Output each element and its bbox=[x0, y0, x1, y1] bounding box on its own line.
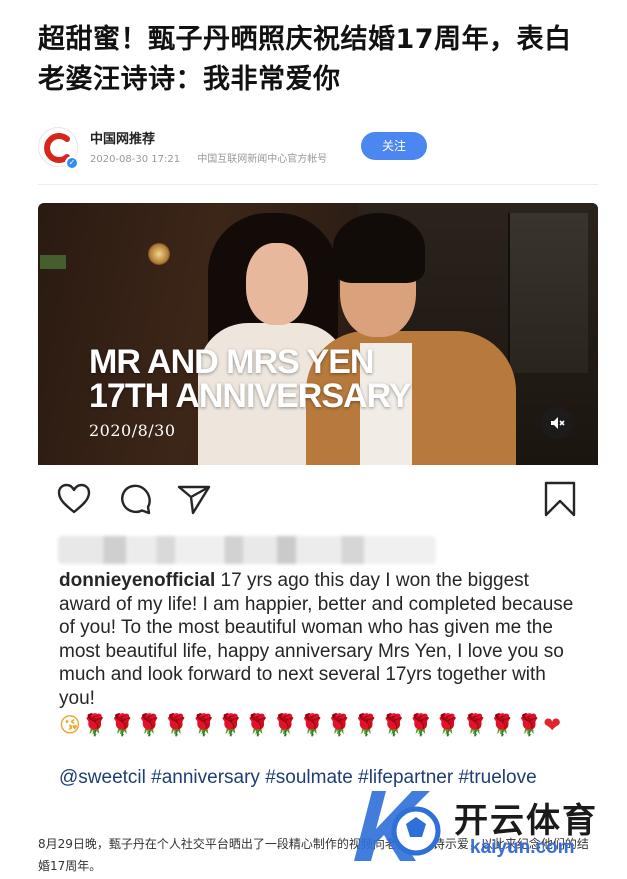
follow-button[interactable]: 关注 bbox=[361, 132, 427, 160]
instagram-post-screenshot: MR AND MRS YEN 17TH ANNIVERSARY 2020/8/3… bbox=[38, 203, 598, 821]
comment-button[interactable] bbox=[118, 481, 158, 521]
background-lamp bbox=[148, 243, 170, 265]
author-source: 中国互联网新闻中心官方帐号 bbox=[197, 154, 328, 165]
bookmark-icon bbox=[544, 481, 576, 517]
divider bbox=[38, 184, 598, 185]
kiss-face-emoji: 😘 bbox=[59, 713, 82, 737]
blurred-likes bbox=[58, 536, 436, 564]
caption-username[interactable]: donnieyenofficial bbox=[59, 570, 215, 591]
author-meta: 2020-08-30 17:21 中国互联网新闻中心官方帐号 bbox=[90, 150, 327, 165]
post-caption: donnieyenofficial 17 yrs ago this day I … bbox=[59, 569, 579, 710]
photo-title-line2: 17TH ANNIVERSARY bbox=[89, 377, 412, 415]
save-button[interactable] bbox=[542, 481, 582, 521]
photo-title-line1: MR AND MRS YEN bbox=[89, 343, 374, 381]
share-button[interactable] bbox=[176, 481, 216, 521]
heart-emoji: ❤ bbox=[543, 713, 563, 737]
like-button[interactable] bbox=[56, 481, 96, 521]
publish-date: 2020-08-30 17:21 bbox=[90, 154, 181, 165]
verified-badge-icon: ✓ bbox=[65, 156, 79, 170]
emoji-row: 😘🌹🌹🌹🌹🌹🌹🌹🌹🌹🌹🌹🌹🌹🌹🌹🌹🌹❤ bbox=[59, 711, 579, 739]
author-row: ✓ 中国网推荐 2020-08-30 17:21 中国互联网新闻中心官方帐号 关… bbox=[38, 124, 598, 174]
background-window bbox=[508, 213, 588, 373]
post-actions bbox=[38, 481, 598, 521]
mute-button[interactable] bbox=[541, 407, 573, 439]
author-name[interactable]: 中国网推荐 bbox=[90, 128, 155, 147]
post-hashtags[interactable]: @sweetcil #anniversary #soulmate #lifepa… bbox=[59, 766, 579, 790]
share-icon bbox=[177, 485, 211, 515]
post-photo[interactable]: MR AND MRS YEN 17TH ANNIVERSARY 2020/8/3… bbox=[38, 203, 598, 465]
mute-icon bbox=[551, 417, 565, 429]
photo-overlay-date: 2020/8/30 bbox=[89, 421, 176, 440]
author-avatar[interactable]: ✓ bbox=[38, 127, 79, 170]
photo-overlay-title: MR AND MRS YEN 17TH ANNIVERSARY bbox=[89, 343, 412, 415]
woman-face bbox=[246, 243, 308, 325]
man-hair bbox=[333, 213, 425, 283]
comment-icon bbox=[121, 484, 151, 515]
exit-sign bbox=[40, 255, 66, 269]
heart-icon bbox=[57, 483, 91, 514]
article-headline: 超甜蜜！甄子丹晒照庆祝结婚17周年，表白老婆汪诗诗：我非常爱你 bbox=[38, 24, 572, 95]
article-paragraph: 8月29日晚，甄子丹在个人社交平台晒出了一段精心制作的视频向老婆汪诗诗示爱，以此… bbox=[38, 837, 589, 873]
rose-emojis: 🌹🌹🌹🌹🌹🌹🌹🌹🌹🌹🌹🌹🌹🌹🌹🌹🌹 bbox=[81, 713, 544, 737]
